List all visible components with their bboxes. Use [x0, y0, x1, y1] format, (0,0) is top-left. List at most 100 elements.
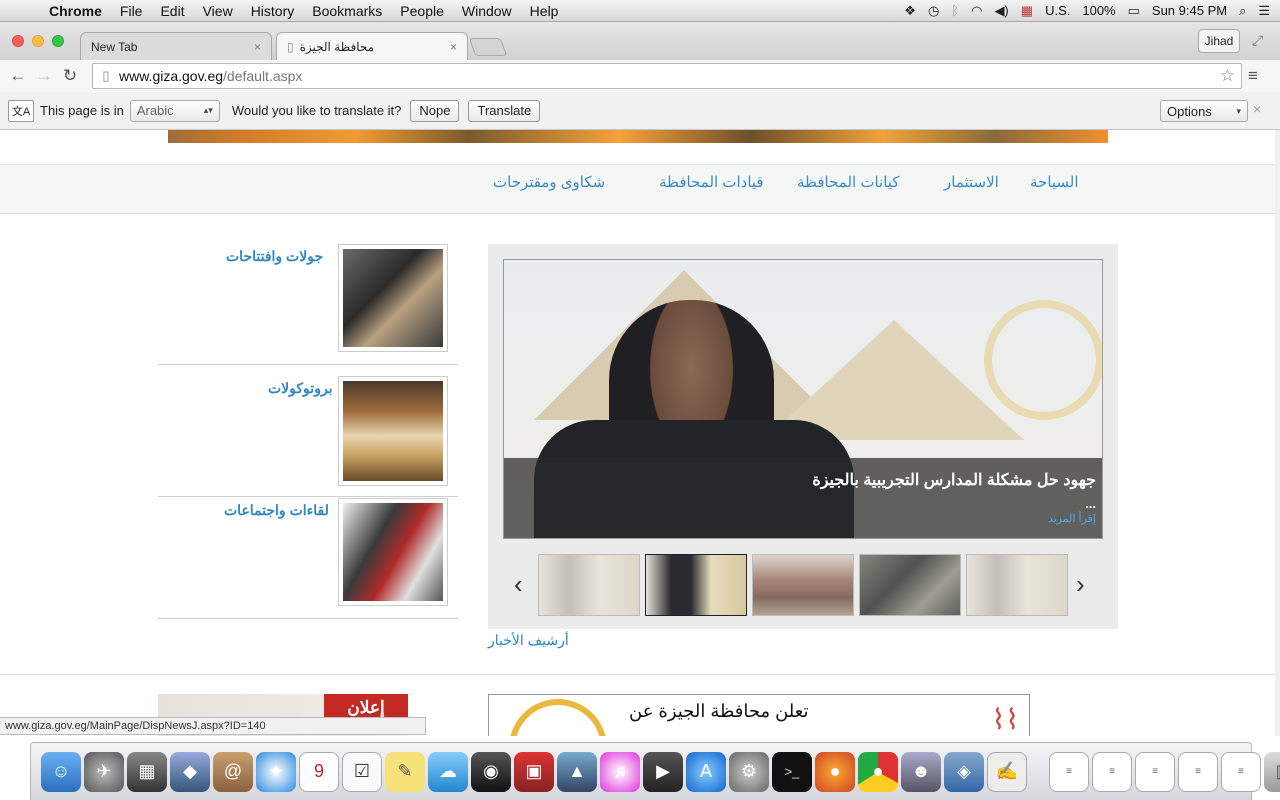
side-news-thumb[interactable]	[338, 244, 448, 352]
messages-icon[interactable]: ☁	[428, 751, 468, 792]
firefox-icon[interactable]: ●	[815, 751, 855, 792]
calendar-icon[interactable]: 9	[299, 751, 339, 792]
profile-button[interactable]: Jihad	[1198, 29, 1240, 53]
translate-prefix: This page is in	[40, 103, 124, 118]
slider-thumb[interactable]	[645, 554, 747, 616]
nav-item-complaints[interactable]: شكاوى ومقترحات	[493, 173, 605, 191]
minimize-window-icon[interactable]	[32, 35, 44, 47]
document-icon[interactable]: ≡	[1178, 751, 1218, 792]
address-bar[interactable]: ▯ www.giza.gov.eg/default.aspx ☆	[92, 63, 1242, 89]
menu-edit[interactable]: Edit	[151, 3, 193, 19]
read-more-link[interactable]: إقرأ المزيد	[1048, 512, 1096, 525]
translate-button[interactable]: Translate	[468, 99, 541, 122]
finder-icon[interactable]: ☺	[41, 751, 81, 792]
tab-new-tab[interactable]: New Tab ×	[80, 32, 272, 60]
tab-close-icon[interactable]: ×	[254, 40, 261, 54]
bluetooth-icon[interactable]: ᛒ	[951, 3, 959, 18]
bookmark-star-icon[interactable]: ☆	[1220, 66, 1241, 86]
document-icon[interactable]: ≡	[1092, 751, 1132, 792]
fullscreen-icon[interactable]: ⤢	[1252, 32, 1263, 49]
nope-button[interactable]: Nope	[410, 99, 460, 122]
volume-icon[interactable]: ◀)	[994, 3, 1008, 19]
notes-icon[interactable]: ✎	[385, 751, 425, 792]
close-infobar-icon[interactable]: ×	[1253, 101, 1261, 117]
divider	[158, 496, 458, 497]
tab-close-icon[interactable]: ×	[450, 40, 457, 54]
photo-booth-icon[interactable]: ▣	[514, 751, 554, 792]
side-news-title[interactable]: جولات وافتتاحات	[226, 248, 323, 265]
new-tab-button[interactable]	[468, 38, 508, 56]
dropbox-icon[interactable]: ❖	[904, 3, 916, 19]
slider-thumb[interactable]	[538, 554, 640, 616]
side-news-title[interactable]: لقاءات واجتماعات	[224, 502, 329, 519]
forward-icon[interactable]: →	[31, 66, 57, 86]
iphoto-icon[interactable]: ▲	[557, 751, 597, 792]
slider-prev-arrow[interactable]: ‹	[514, 569, 523, 600]
ad-banner-right[interactable]: تعلن محافظة الجيزة عن ⌇⌇	[488, 694, 1030, 736]
mission-control-icon[interactable]: ▦	[127, 751, 167, 792]
page-scrollbar[interactable]	[1275, 130, 1280, 736]
launchpad-icon[interactable]: ✈	[84, 751, 124, 792]
side-news-thumb[interactable]	[338, 376, 448, 486]
chrome-icon[interactable]: ●	[858, 751, 898, 792]
slider-thumb[interactable]	[859, 554, 961, 616]
divider	[158, 364, 458, 365]
battery-icon[interactable]: ▭	[1128, 3, 1140, 19]
menu-people[interactable]: People	[391, 3, 453, 19]
itunes-icon[interactable]: ♫	[600, 751, 640, 792]
slider-next-arrow[interactable]: ›	[1076, 569, 1085, 600]
trash-icon[interactable]: ▥	[1264, 751, 1280, 792]
translate-options-select[interactable]: Options ▾	[1160, 100, 1248, 122]
address-url[interactable]: www.giza.gov.eg/default.aspx	[119, 68, 302, 84]
zoom-window-icon[interactable]	[52, 35, 64, 47]
nav-item-entities[interactable]: كيانات المحافظة	[797, 173, 899, 191]
nav-item-investment[interactable]: الاستثمار	[944, 173, 999, 191]
wifi-icon[interactable]: ◠	[971, 3, 982, 19]
notification-center-icon[interactable]: ☰	[1258, 3, 1270, 19]
news-archive-link[interactable]: أرشيف الأخبار	[488, 632, 569, 649]
safari-icon[interactable]: ✦	[256, 751, 296, 792]
slider-main-image[interactable]: جهود حل مشكلة المدارس التجريبية بالجيزة …	[503, 259, 1103, 539]
terminal-icon[interactable]: >_	[772, 751, 812, 792]
quicktime-icon[interactable]: ▶	[643, 751, 683, 792]
reminders-icon[interactable]: ☑	[342, 751, 382, 792]
page-icon: ▯	[102, 68, 110, 83]
close-window-icon[interactable]	[12, 35, 24, 47]
document-icon[interactable]: ≡	[1221, 751, 1261, 792]
app-store-icon[interactable]: A	[686, 751, 726, 792]
menu-help[interactable]: Help	[521, 3, 568, 19]
textedit-icon[interactable]: ✍	[987, 751, 1027, 792]
menu-window[interactable]: Window	[453, 3, 521, 19]
nav-item-tourism[interactable]: السياحة	[1030, 173, 1079, 191]
virtualbox-icon[interactable]: ◈	[944, 751, 984, 792]
back-icon[interactable]: ←	[5, 66, 31, 86]
menu-bookmarks[interactable]: Bookmarks	[303, 3, 391, 19]
menu-history[interactable]: History	[242, 3, 304, 19]
slider-thumb[interactable]	[966, 554, 1068, 616]
menu-file[interactable]: File	[111, 3, 152, 19]
time-machine-icon[interactable]: ◷	[928, 3, 939, 19]
contacts-icon[interactable]: @	[213, 751, 253, 792]
battery-percent[interactable]: 100%	[1082, 3, 1115, 18]
language-select[interactable]: Arabic ▴▾	[129, 99, 220, 122]
divider	[0, 674, 1275, 675]
spotlight-icon[interactable]: ⌕	[1239, 3, 1246, 19]
document-icon[interactable]: ≡	[1049, 751, 1089, 792]
photo-icon[interactable]: ◆	[170, 751, 210, 792]
reload-icon[interactable]: ↻	[57, 66, 83, 86]
side-news-thumb[interactable]	[338, 498, 448, 606]
slider-headline[interactable]: جهود حل مشكلة المدارس التجريبية بالجيزة	[812, 470, 1096, 490]
side-news-title[interactable]: بروتوكولات	[268, 380, 333, 397]
document-icon[interactable]: ≡	[1135, 751, 1175, 792]
preview-icon[interactable]: ☻	[901, 751, 941, 792]
chrome-menu-icon[interactable]: ≡	[1248, 66, 1258, 86]
input-source-label[interactable]: U.S.	[1045, 3, 1070, 18]
slider-thumb[interactable]	[752, 554, 854, 616]
tab-giza[interactable]: ▯ محافظة الجيزة ×	[276, 32, 468, 60]
facetime-icon[interactable]: ◉	[471, 751, 511, 792]
nav-item-leaders[interactable]: قيادات المحافظة	[659, 173, 764, 191]
system-preferences-icon[interactable]: ⚙	[729, 751, 769, 792]
menu-view[interactable]: View	[194, 3, 242, 19]
menu-app-chrome[interactable]: Chrome	[40, 3, 111, 19]
menubar-clock[interactable]: Sun 9:45 PM	[1152, 3, 1227, 18]
